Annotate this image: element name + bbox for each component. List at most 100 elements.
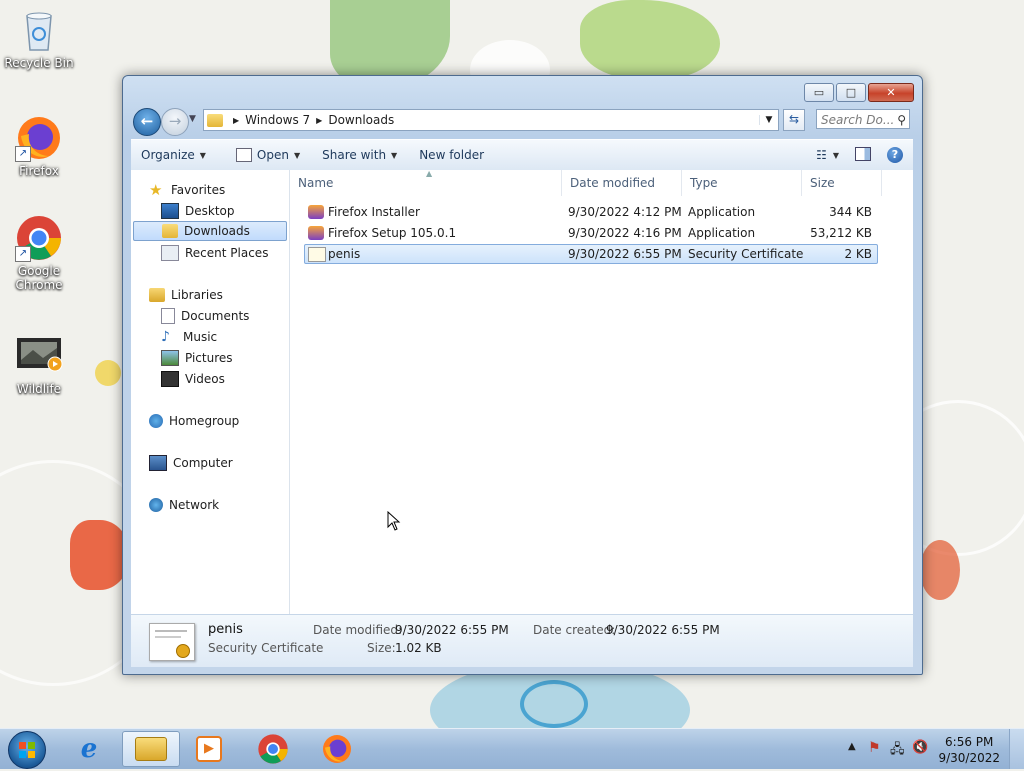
certificate-icon [149,623,195,661]
desktop-icon-chrome[interactable]: ↗ Google Chrome [1,214,77,292]
back-button[interactable]: ← [133,108,161,136]
details-file-name: penis [208,622,243,637]
nav-item-favorites[interactable]: ★ Favorites [149,180,225,200]
desktop-icon-wildlife[interactable]: Wildlife [1,332,77,396]
nav-item-network[interactable]: Network [149,495,219,515]
volume-muted-icon[interactable]: 🔇 [912,740,928,755]
breadcrumb-arrow-icon[interactable]: ▶ [233,116,239,125]
nav-item-recent-places[interactable]: Recent Places [161,243,268,263]
column-label: Type [690,176,718,190]
content-area: ★ Favorites Desktop Downloads Recent Pla… [131,169,913,614]
new-folder-label: New folder [419,148,485,162]
nav-item-documents[interactable]: Documents [161,306,249,326]
file-name: Firefox Installer [328,205,420,219]
star-icon: ★ [149,181,163,199]
share-with-label: Share with [322,148,387,162]
taskbar: e ▶ ▲ ⚑ 🖧 🔇 6:56 PM 9/30/2022 [0,728,1024,769]
show-desktop-button[interactable] [1009,729,1024,769]
search-icon[interactable]: ⚲ [897,110,906,130]
system-tray: ▲ ⚑ 🖧 🔇 6:56 PM 9/30/2022 [834,729,1024,769]
open-button[interactable]: Open ▼ [227,148,309,162]
breadcrumb-downloads[interactable]: Downloads [328,113,394,127]
nav-item-desktop[interactable]: Desktop [161,201,235,221]
taskbar-firefox[interactable] [310,731,364,767]
nav-item-computer[interactable]: Computer [149,453,233,473]
maximize-icon: □ [845,86,857,99]
open-label: Open [256,148,289,162]
refresh-button[interactable]: ⇆ [783,109,805,131]
start-button[interactable] [8,731,46,769]
pictures-icon [161,350,179,366]
file-type: Application [688,205,756,219]
nav-item-music[interactable]: ♪ Music [161,327,217,347]
file-row-selected[interactable]: penis 9/30/2022 6:55 PM Security Certifi… [304,244,878,264]
file-row[interactable]: Firefox Setup 105.0.1 9/30/2022 4:16 PM … [304,223,878,243]
column-label: Date modified [570,176,656,190]
desktop-icon-recycle-bin[interactable]: Recycle Bin [1,6,77,70]
address-dropdown-icon[interactable]: ▼ [759,115,778,125]
taskbar-internet-explorer[interactable]: e [62,731,116,767]
new-folder-button[interactable]: New folder [410,148,493,162]
column-header-size[interactable]: Size [802,170,882,196]
nav-label: Favorites [171,183,226,197]
taskbar-windows-explorer[interactable] [122,731,180,767]
taskbar-chrome[interactable] [246,731,300,767]
forward-button[interactable]: → [161,108,189,136]
navigation-pane: ★ Favorites Desktop Downloads Recent Pla… [131,170,290,614]
file-type: Application [688,226,756,240]
clock-time: 6:56 PM [945,735,994,749]
details-date-created-value: 9/30/2022 6:55 PM [606,623,720,637]
certificate-icon [308,247,326,262]
search-input[interactable]: Search Do... ⚲ [816,109,910,129]
help-icon[interactable]: ? [887,147,903,163]
network-status-icon[interactable]: 🖧 [890,740,905,762]
details-pane: penis Security Certificate Date modified… [131,614,913,667]
breadcrumb-windows7[interactable]: Windows 7 [245,113,310,127]
chevron-down-icon: ▼ [293,150,301,160]
desktop-icon-firefox[interactable]: ↗ Firefox [1,114,77,178]
organize-button[interactable]: Organize ▼ [131,148,215,162]
sort-up-icon: ▲ [426,169,433,178]
nav-item-libraries[interactable]: Libraries [149,285,223,305]
shortcut-arrow-icon: ↗ [15,246,31,262]
firefox-icon [323,735,351,763]
preview-pane-button[interactable] [855,146,871,164]
search-placeholder: Search Do... [821,113,895,127]
documents-icon [161,308,175,324]
windows-explorer-icon [135,737,167,761]
change-view-button[interactable]: ☷ ▼ [816,148,839,162]
clock[interactable]: 6:56 PM 9/30/2022 [938,734,1000,766]
file-list: ▲ Name Date modified Type Size Firefox I… [290,169,913,614]
nav-item-pictures[interactable]: Pictures [161,348,233,368]
maximize-button[interactable]: □ [836,83,866,102]
desktop-icon-label: Google Chrome [15,264,63,292]
recent-pages-dropdown[interactable]: ▼ [189,114,196,124]
minimize-button[interactable]: ▭ [804,83,834,102]
nav-item-videos[interactable]: Videos [161,369,225,389]
file-date: 9/30/2022 6:55 PM [568,247,682,261]
column-header-type[interactable]: Type [682,170,802,196]
nav-label: Downloads [184,224,250,238]
action-center-flag-icon[interactable]: ⚑ [868,740,881,756]
address-bar[interactable]: ▶ Windows 7 ▶ Downloads ▼ [203,109,779,131]
nav-label: Documents [181,309,250,323]
breadcrumb-arrow-icon[interactable]: ▶ [316,116,322,125]
media-player-icon: ▶ [196,736,222,762]
clock-date: 9/30/2022 [938,751,1000,765]
explorer-window: ▭ □ ✕ ← → ▼ ▶ Windows 7 ▶ Downloads ▼ ⇆ … [122,75,923,675]
nav-item-homegroup[interactable]: Homegroup [149,411,239,431]
nav-label: Recent Places [185,246,269,260]
chrome-icon: ↗ [15,214,63,262]
desktop-icon-label: Wildlife [16,382,62,396]
share-with-button[interactable]: Share with ▼ [313,148,406,162]
chrome-icon [258,734,288,764]
file-row[interactable]: Firefox Installer 9/30/2022 4:12 PM Appl… [304,202,878,222]
close-button[interactable]: ✕ [868,83,914,102]
minimize-icon: ▭ [813,86,825,99]
nav-item-downloads[interactable]: Downloads [133,221,287,241]
file-size: 2 KB [844,247,872,261]
show-hidden-icons-chevron-icon[interactable]: ▲ [848,741,856,752]
column-header-name[interactable]: ▲ Name [290,169,562,196]
column-header-date-modified[interactable]: Date modified [562,170,682,196]
taskbar-media-player[interactable]: ▶ [182,731,236,767]
